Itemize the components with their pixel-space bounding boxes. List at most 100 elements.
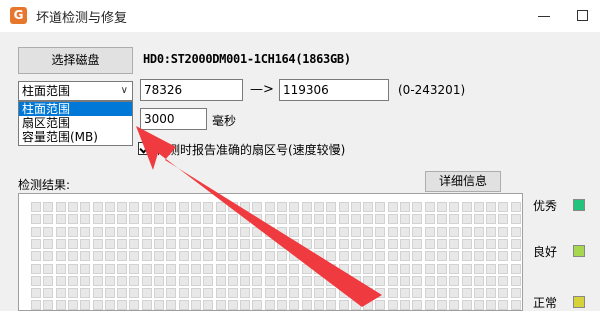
grid-cell <box>264 238 275 249</box>
grid-cell <box>227 251 238 262</box>
grid-cell <box>326 202 337 212</box>
grid-cell <box>166 288 177 299</box>
maximize-icon[interactable] <box>573 6 591 24</box>
grid-cell <box>154 214 164 225</box>
grid-cell <box>301 263 312 274</box>
grid-cell <box>510 251 521 262</box>
grid-cell <box>141 238 152 249</box>
grid-cell <box>67 214 78 225</box>
grid-cell <box>326 300 337 310</box>
grid-cell <box>117 226 128 237</box>
grid-cell <box>178 251 189 262</box>
grid-cell <box>473 251 484 262</box>
select-disk-button[interactable]: 选择磁盘 <box>18 47 133 74</box>
grid-cell <box>412 300 423 310</box>
grid-cell <box>80 251 91 262</box>
scrollbar[interactable] <box>592 190 600 311</box>
grid-cell <box>141 300 152 310</box>
grid-cell <box>289 263 300 274</box>
grid-cell <box>473 214 484 225</box>
grid-cell <box>240 202 251 212</box>
grid-cell <box>129 226 140 237</box>
grid-cell <box>104 263 115 274</box>
grid-cell <box>449 238 460 249</box>
grid-cell <box>375 263 386 274</box>
grid-cell <box>31 238 41 249</box>
grid-cell <box>166 238 177 249</box>
report-sector-checkbox[interactable] <box>138 142 151 155</box>
grid-cell <box>67 275 78 286</box>
option-sector-range[interactable]: 扇区范围 <box>19 116 132 130</box>
grid-cell <box>252 263 263 274</box>
legend-swatch <box>573 199 585 211</box>
grid-cell <box>400 263 410 274</box>
grid-cell <box>313 275 324 286</box>
grid-cell <box>436 238 447 249</box>
minimize-icon[interactable] <box>534 6 554 26</box>
range-start-input[interactable]: 78326 <box>140 79 243 101</box>
range-hint: (0-243201) <box>398 83 466 97</box>
range-mode-dropdown: 柱面范围 扇区范围 容量范围(MB) <box>18 101 133 146</box>
grid-cell <box>227 202 238 212</box>
grid-cell <box>436 300 447 310</box>
grid-cell <box>190 275 201 286</box>
grid-cell <box>424 238 435 249</box>
grid-cell <box>301 251 312 262</box>
grid-cell <box>166 275 177 286</box>
grid-cell <box>178 263 189 274</box>
grid-cell <box>166 263 177 274</box>
grid-cell <box>412 214 423 225</box>
grid-cell <box>80 275 91 286</box>
grid-cell <box>486 251 497 262</box>
grid-cell <box>375 288 386 299</box>
grid-cell <box>486 238 497 249</box>
grid-cell <box>461 238 472 249</box>
grid-cell <box>363 214 374 225</box>
grid-cell <box>486 226 497 237</box>
timeout-input[interactable]: 3000 <box>140 108 207 130</box>
grid-cell <box>43 275 54 286</box>
grid-cell <box>486 263 497 274</box>
grid-cell <box>178 226 189 237</box>
grid-cell <box>498 288 509 299</box>
grid-cell <box>375 226 386 237</box>
grid-cell <box>387 300 398 310</box>
chevron-down-icon[interactable]: ∨ <box>121 82 128 100</box>
grid-cell <box>313 214 324 225</box>
timeout-unit: 毫秒 <box>212 114 237 128</box>
option-cylinder-range[interactable]: 柱面范围 <box>19 102 132 116</box>
grid-cell <box>55 226 66 237</box>
grid-cell <box>510 288 521 299</box>
grid-cell <box>289 226 300 237</box>
grid-cell <box>400 238 410 249</box>
grid-cell <box>215 238 226 249</box>
grid-cell <box>277 226 287 237</box>
grid-cell <box>31 263 41 274</box>
disk-info-label: HD0:ST2000DM001-1CH164(1863GB) <box>143 52 351 66</box>
grid-cell <box>190 214 201 225</box>
grid-cell <box>277 251 287 262</box>
grid-cell <box>473 275 484 286</box>
grid-cell <box>424 275 435 286</box>
grid-cell <box>412 202 423 212</box>
grid-cell <box>436 263 447 274</box>
details-button[interactable]: 详细信息 <box>425 171 501 192</box>
grid-cell <box>55 288 66 299</box>
range-end-input[interactable]: 119306 <box>279 79 389 101</box>
grid-cell <box>215 202 226 212</box>
grid-cell <box>461 251 472 262</box>
grid-cell <box>461 226 472 237</box>
grid-cell <box>240 288 251 299</box>
option-capacity-range[interactable]: 容量范围(MB) <box>19 130 132 144</box>
grid-cell <box>117 251 128 262</box>
grid-cell <box>264 300 275 310</box>
grid-cell <box>190 263 201 274</box>
grid-cell <box>461 288 472 299</box>
grid-cell <box>277 275 287 286</box>
grid-cell <box>154 263 164 274</box>
grid-cell <box>80 263 91 274</box>
range-mode-select[interactable]: 柱面范围 ∨ <box>18 81 133 101</box>
grid-cell <box>313 288 324 299</box>
grid-cell <box>215 251 226 262</box>
legend-swatch <box>573 245 585 257</box>
